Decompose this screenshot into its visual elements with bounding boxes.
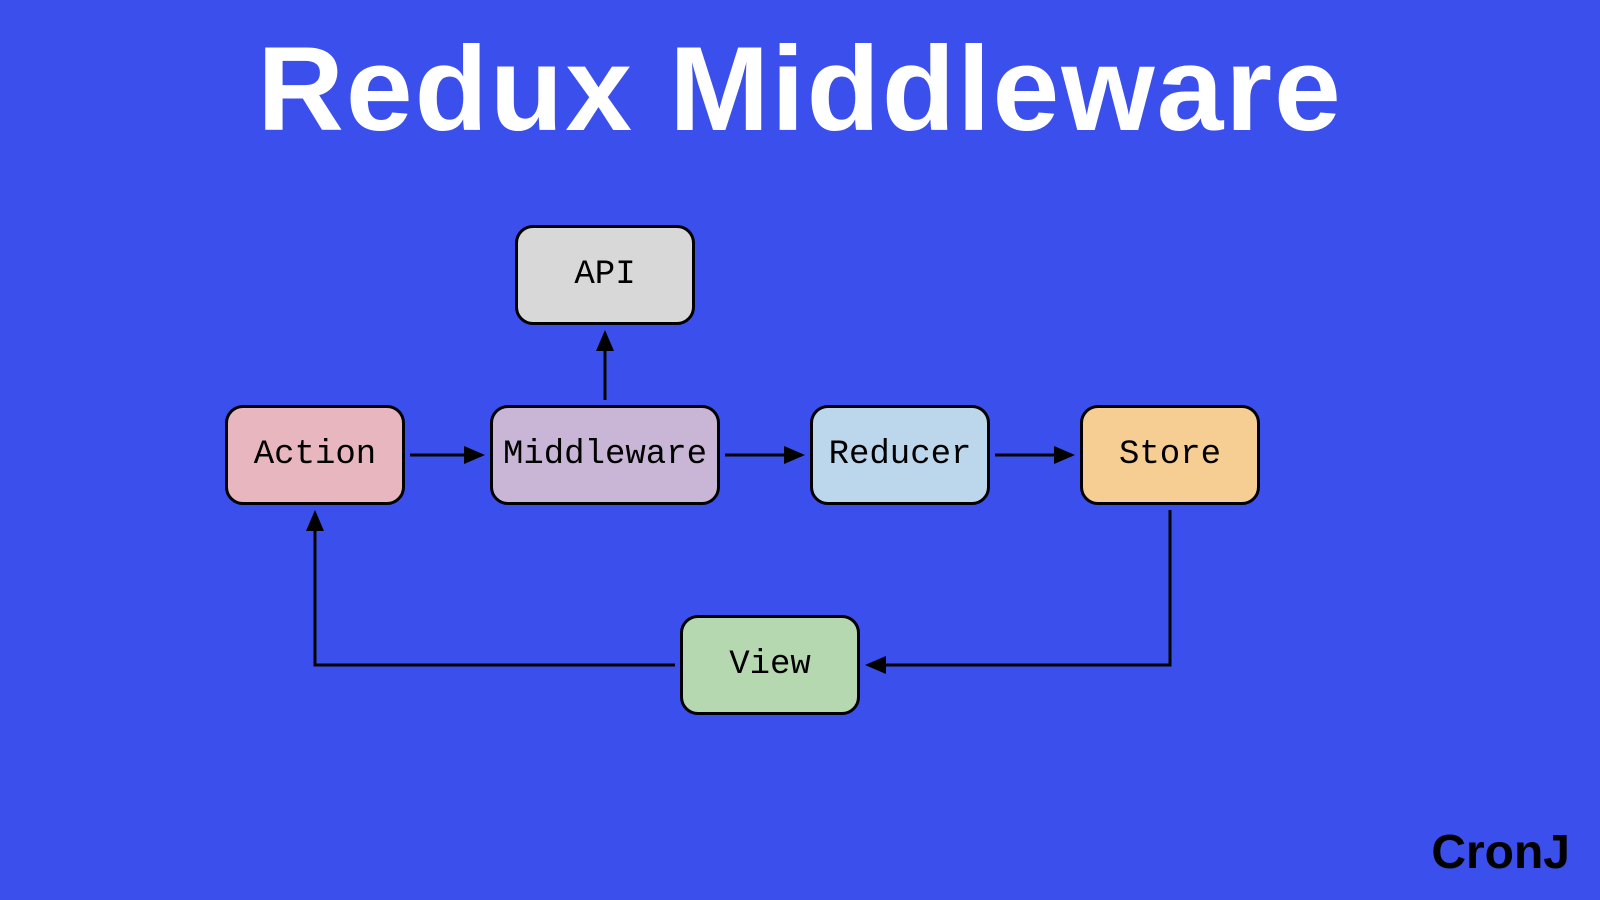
- node-store-label: Store: [1119, 436, 1221, 474]
- watermark-text: CronJ: [1431, 825, 1570, 880]
- arrow-store-to-view: [868, 510, 1170, 665]
- node-middleware-label: Middleware: [503, 436, 707, 474]
- node-middleware: Middleware: [490, 405, 720, 505]
- diagram-title: Redux Middleware: [0, 20, 1600, 158]
- node-api-label: API: [574, 256, 635, 294]
- node-view-label: View: [729, 646, 811, 684]
- node-reducer: Reducer: [810, 405, 990, 505]
- node-reducer-label: Reducer: [829, 436, 972, 474]
- node-action: Action: [225, 405, 405, 505]
- node-store: Store: [1080, 405, 1260, 505]
- arrow-view-to-action: [315, 513, 675, 665]
- node-view: View: [680, 615, 860, 715]
- node-action-label: Action: [254, 436, 376, 474]
- node-api: API: [515, 225, 695, 325]
